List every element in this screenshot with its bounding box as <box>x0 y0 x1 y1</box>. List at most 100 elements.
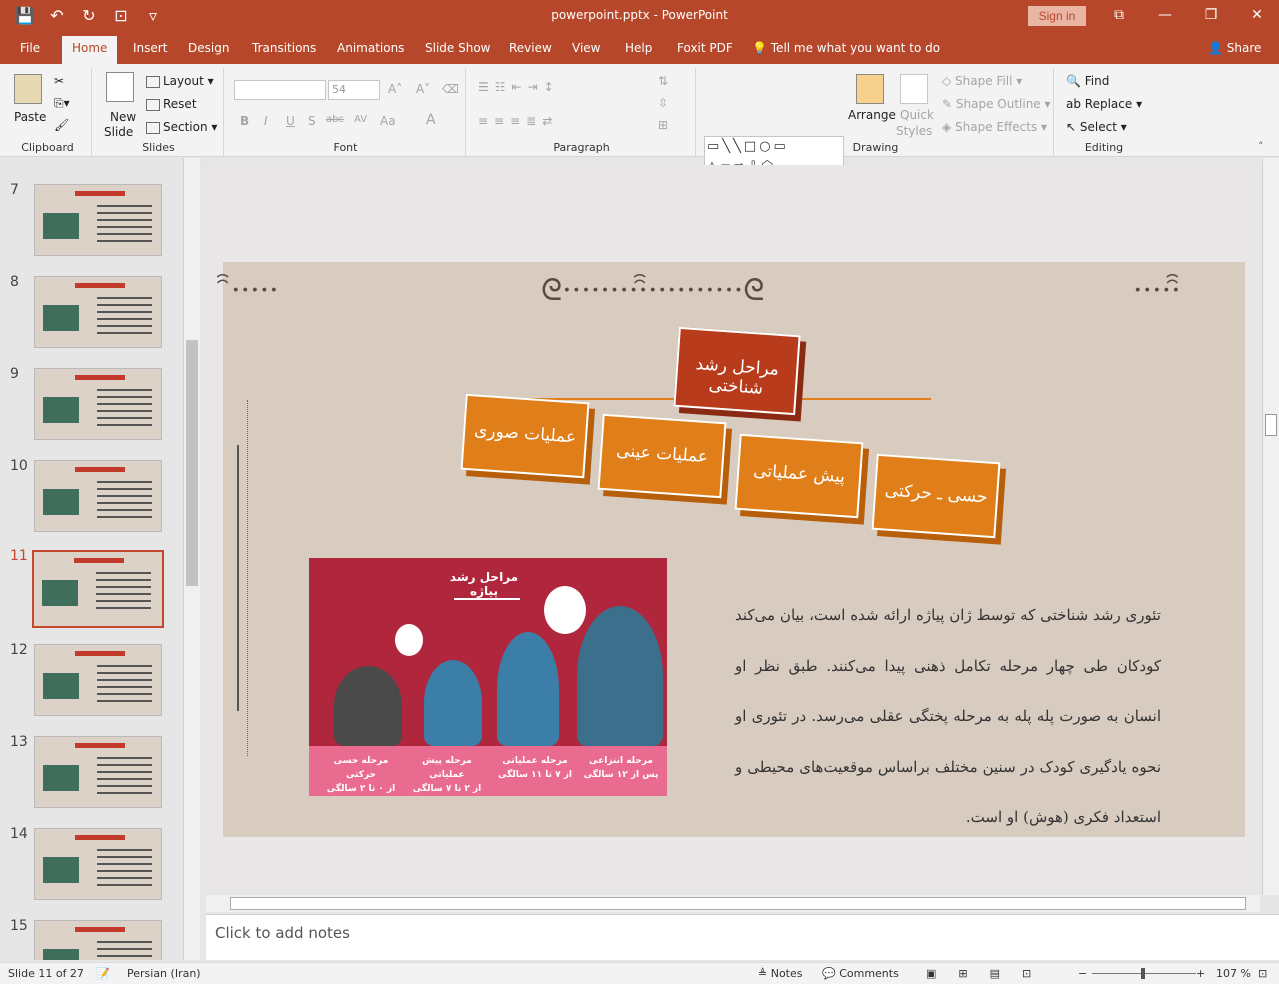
minimize-icon[interactable]: — <box>1142 4 1188 26</box>
change-case-button[interactable]: Aa <box>380 114 396 128</box>
layout-button[interactable]: Layout ▾ <box>146 74 214 88</box>
slide-thumbnail[interactable] <box>34 368 162 440</box>
quick-styles-label-2[interactable]: Styles <box>896 124 932 138</box>
slide-thumbnail[interactable] <box>34 460 162 532</box>
zoom-out-icon[interactable]: − <box>1078 967 1087 980</box>
font-name-combo[interactable] <box>234 80 326 100</box>
smartart-icon[interactable]: ⊞ <box>658 118 668 132</box>
new-slide-icon[interactable] <box>106 72 134 102</box>
thumbnail-image <box>43 489 79 515</box>
tab-slide-show[interactable]: Slide Show <box>425 41 490 55</box>
maximize-icon[interactable]: ❐ <box>1188 4 1234 26</box>
bold-button[interactable]: B <box>240 114 249 128</box>
notes-toggle[interactable]: ≜ Notes <box>758 967 803 980</box>
slide-thumbnail[interactable] <box>34 828 162 900</box>
horizontal-scroll-thumb[interactable] <box>230 897 1246 910</box>
align-text-icon[interactable]: ⇳ <box>658 96 668 110</box>
tab-file[interactable]: File <box>20 41 40 55</box>
replace-button[interactable]: ab Replace ▾ <box>1066 97 1142 111</box>
zoom-level[interactable]: 107 % <box>1216 967 1251 980</box>
paste-icon[interactable] <box>14 74 42 104</box>
collapse-ribbon-icon[interactable]: ˄ <box>1258 140 1264 153</box>
canvas-horizontal-scrollbar[interactable] <box>206 895 1260 912</box>
underline-button[interactable]: U <box>286 114 295 128</box>
share-button[interactable]: 👤 Share <box>1208 41 1261 55</box>
main-stage-box[interactable]: مراحل رشد شناختی <box>673 326 801 416</box>
stage-box-sensorimotor[interactable]: حسی ـ حرکتی <box>871 453 1001 539</box>
reset-button[interactable]: Reset <box>146 97 197 111</box>
list-buttons-icon[interactable]: ☰☷⇤⇥↕ <box>478 80 560 94</box>
close-icon[interactable]: ✕ <box>1234 4 1279 26</box>
stage-box-concrete[interactable]: عملیات عینی <box>597 413 727 499</box>
arrange-button[interactable]: Arrange <box>848 108 896 122</box>
text-direction-icon[interactable]: ⇅ <box>658 74 668 88</box>
comments-toggle[interactable]: 💬 Comments <box>822 967 899 980</box>
stage-box-formal[interactable]: عملیات صوری <box>460 393 590 479</box>
notes-pane[interactable]: Click to add notes <box>206 914 1279 960</box>
view-buttons-icon[interactable]: ▣⊞▤⊡ <box>926 967 1053 980</box>
font-color-button[interactable]: A <box>426 112 436 128</box>
tab-home[interactable]: Home <box>62 36 118 64</box>
tell-me-search[interactable]: 💡 Tell me what you want to do <box>752 41 940 55</box>
font-size-combo[interactable]: 54 <box>328 80 380 100</box>
slide-thumbnail[interactable] <box>34 736 162 808</box>
canvas-scrollbar[interactable] <box>1262 158 1279 895</box>
quick-styles-label-1[interactable]: Quick <box>900 108 934 122</box>
tab-foxit-pdf[interactable]: Foxit PDF <box>677 41 733 55</box>
arrange-icon[interactable] <box>856 74 884 104</box>
thumbnail-title-bar <box>74 558 124 563</box>
tab-insert[interactable]: Insert <box>133 41 167 55</box>
paste-button[interactable]: Paste <box>14 110 46 124</box>
zoom-in-icon[interactable]: + <box>1196 967 1205 980</box>
thumbnail-text-line <box>97 693 152 695</box>
thumbnail-text-line <box>97 856 152 858</box>
zoom-slider-handle[interactable] <box>1141 968 1145 979</box>
copy-icon[interactable]: ⎘▾ <box>54 96 70 111</box>
shape-outline-button[interactable]: ✎ Shape Outline ▾ <box>942 97 1051 111</box>
select-button[interactable]: ↖ Select ▾ <box>1066 120 1127 134</box>
tab-help[interactable]: Help <box>625 41 652 55</box>
tab-transitions[interactable]: Transitions <box>252 41 316 55</box>
shape-fill-button[interactable]: ◇ Shape Fill ▾ <box>942 74 1022 88</box>
piaget-stages-image[interactable]: مراحل رشد پیاژه مرحله حسی حرکتی از ۰ تا ۲… <box>309 558 667 796</box>
share-label: Share <box>1226 41 1262 55</box>
spellcheck-icon[interactable]: 📝 <box>96 967 110 980</box>
tab-review[interactable]: Review <box>509 41 552 55</box>
find-button[interactable]: 🔍 Find <box>1066 74 1109 88</box>
italic-button[interactable]: I <box>264 114 268 128</box>
align-buttons-icon[interactable]: ≡≡≡≣⇄ <box>478 114 558 128</box>
ribbon-display-icon[interactable]: ⧉ <box>1096 4 1142 26</box>
canvas-scroll-thumb[interactable] <box>1265 414 1277 436</box>
slide-thumbnail[interactable] <box>32 550 164 628</box>
char-spacing-button[interactable]: AV <box>354 114 367 125</box>
stage-box-preoperational[interactable]: پیش عملیاتی <box>734 433 864 519</box>
quick-styles-icon[interactable] <box>900 74 928 104</box>
slide-thumbnail[interactable] <box>34 184 162 256</box>
thumbnail-number: 8 <box>10 274 19 290</box>
thumbnail-scrollbar[interactable] <box>183 158 200 960</box>
slide-thumbnail[interactable] <box>34 644 162 716</box>
notes-placeholder[interactable]: Click to add notes <box>215 924 350 942</box>
shape-effects-button[interactable]: ◈ Shape Effects ▾ <box>942 120 1047 134</box>
tab-view[interactable]: View <box>572 41 600 55</box>
new-slide-label-2[interactable]: Slide <box>104 125 133 139</box>
tab-animations[interactable]: Animations <box>337 41 404 55</box>
tab-design[interactable]: Design <box>188 41 229 55</box>
fit-slide-icon[interactable]: ⊡ <box>1258 967 1267 980</box>
select-label: Select <box>1079 120 1117 134</box>
grow-font-icon[interactable]: A˄ <box>388 82 402 96</box>
slide-body-text[interactable]: تئوری رشد شناختی که توسط ژان پیاژه ارائه… <box>735 590 1161 843</box>
shrink-font-icon[interactable]: A˅ <box>416 82 430 96</box>
thumbnail-scroll-thumb[interactable] <box>186 340 198 586</box>
slide-thumbnail[interactable] <box>34 920 162 960</box>
clear-format-icon[interactable]: ⌫ <box>442 82 459 96</box>
sign-in-button[interactable]: Sign in <box>1028 6 1086 26</box>
strikethrough-button[interactable]: abc <box>326 114 344 125</box>
slide-thumbnail[interactable] <box>34 276 162 348</box>
shadow-button[interactable]: S <box>308 114 316 128</box>
language-indicator[interactable]: Persian (Iran) <box>127 967 201 980</box>
format-painter-icon[interactable]: 🖌 <box>54 118 69 132</box>
new-slide-label-1[interactable]: New <box>110 110 136 124</box>
section-button[interactable]: Section ▾ <box>146 120 217 134</box>
cut-icon[interactable]: ✂ <box>54 74 64 88</box>
